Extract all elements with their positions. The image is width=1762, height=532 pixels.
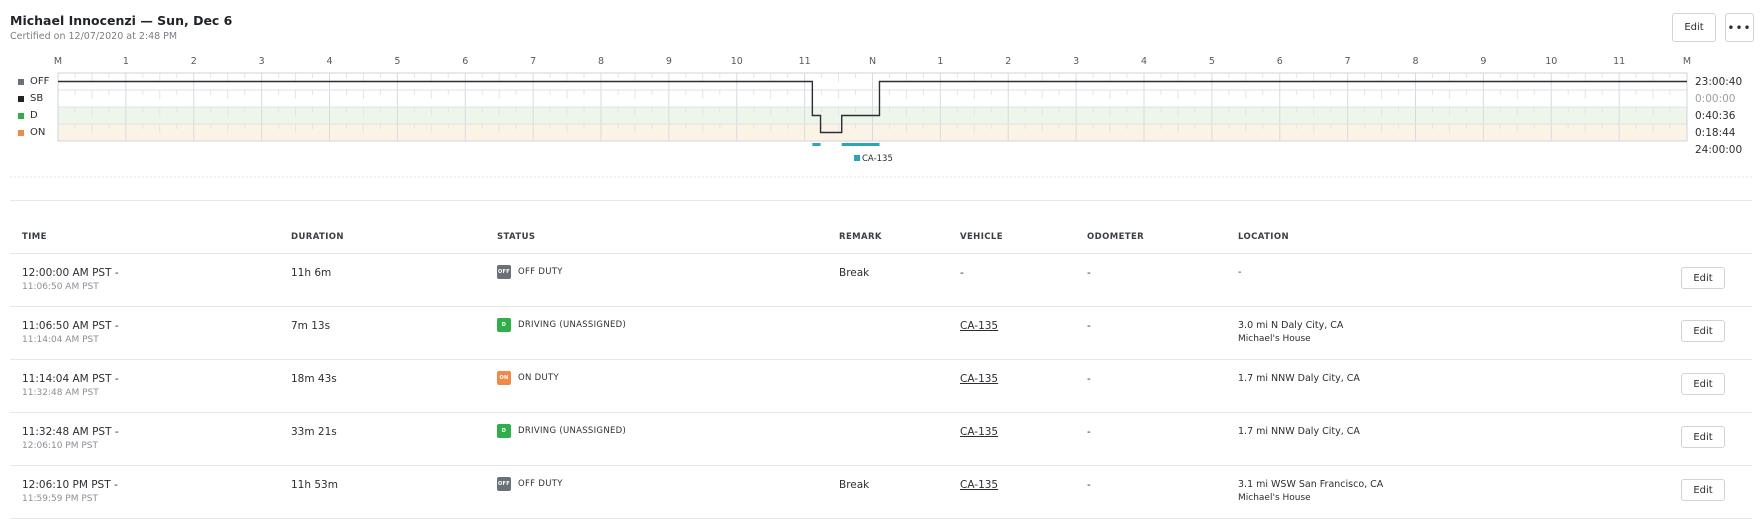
total-on: 0:18:44 bbox=[1695, 127, 1736, 139]
row-divider bbox=[10, 359, 1752, 360]
status-label: ON DUTY bbox=[518, 373, 560, 383]
time-start: 11:14:04 AM PST - bbox=[22, 373, 119, 385]
location-primary: 3.0 mi N Daly City, CA bbox=[1238, 320, 1344, 331]
status-cell: OFF OFF DUTY bbox=[497, 477, 563, 491]
edit-row-button[interactable]: Edit bbox=[1681, 373, 1725, 395]
total-d: 0:40:36 bbox=[1695, 110, 1736, 122]
location-primary: 3.1 mi WSW San Francisco, CA bbox=[1238, 479, 1384, 490]
odometer-cell: - bbox=[1087, 426, 1091, 438]
grand-total: 24:00:00 bbox=[1695, 144, 1743, 156]
location-secondary: Michael's House bbox=[1238, 334, 1311, 344]
duration-cell: 33m 21s bbox=[291, 426, 337, 438]
status-label: OFF DUTY bbox=[518, 267, 563, 277]
col-location: LOCATION bbox=[1238, 232, 1289, 242]
duration-cell: 18m 43s bbox=[291, 373, 337, 385]
location-primary: - bbox=[1238, 267, 1242, 278]
vehicle-span bbox=[812, 143, 821, 146]
row-divider bbox=[10, 518, 1752, 519]
duration-cell: 11h 53m bbox=[291, 479, 338, 491]
row-divider bbox=[10, 253, 1752, 254]
odometer-cell: - bbox=[1087, 267, 1091, 279]
col-remark: REMARK bbox=[839, 232, 882, 242]
location-cell: 3.0 mi N Daly City, CA Michael's House bbox=[1238, 320, 1343, 344]
odometer-cell: - bbox=[1087, 373, 1091, 385]
row-divider bbox=[10, 465, 1752, 466]
vehicle-cell[interactable]: CA-135 bbox=[960, 479, 998, 491]
location-cell: - bbox=[1238, 267, 1241, 281]
total-sb: 0:00:00 bbox=[1695, 93, 1736, 105]
vehicle-marker-label: CA-135 bbox=[862, 154, 893, 164]
location-cell: 1.7 mi NNW Daly City, CA bbox=[1238, 373, 1360, 387]
time-start: 12:00:00 AM PST - bbox=[22, 267, 119, 279]
status-label: DRIVING (UNASSIGNED) bbox=[518, 426, 627, 436]
remark-cell: Break bbox=[839, 479, 870, 491]
time-end: 11:32:48 AM PST bbox=[22, 388, 99, 398]
status-cell: D DRIVING (UNASSIGNED) bbox=[497, 424, 626, 438]
time-end: 11:14:04 AM PST bbox=[22, 335, 99, 345]
vehicle-spans bbox=[812, 143, 880, 146]
col-vehicle: VEHICLE bbox=[960, 232, 1003, 242]
status-cell: ON ON DUTY bbox=[497, 371, 559, 385]
section-divider bbox=[10, 200, 1752, 201]
remark-cell: Break bbox=[839, 267, 870, 279]
total-off: 23:00:40 bbox=[1695, 76, 1743, 88]
time-cell: 12:06:10 PM PST - 11:59:59 PM PST bbox=[22, 479, 118, 504]
status-cell: OFF OFF DUTY bbox=[497, 265, 563, 279]
time-start: 11:06:50 AM PST - bbox=[22, 320, 119, 332]
status-badge: OFF bbox=[497, 265, 511, 279]
hos-graph: CA-135 bbox=[10, 72, 1752, 178]
time-start: 11:32:48 AM PST - bbox=[22, 426, 119, 438]
status-label: OFF DUTY bbox=[518, 479, 563, 489]
col-status: STATUS bbox=[497, 232, 536, 242]
odometer-cell: - bbox=[1087, 320, 1091, 332]
col-duration: DURATION bbox=[291, 232, 344, 242]
vehicle-span bbox=[841, 143, 880, 146]
col-odometer: ODOMETER bbox=[1087, 232, 1145, 242]
time-cell: 11:14:04 AM PST - 11:32:48 AM PST bbox=[22, 373, 119, 398]
status-badge: ON bbox=[497, 371, 511, 385]
location-primary: 1.7 mi NNW Daly City, CA bbox=[1238, 426, 1360, 437]
vehicle-cell[interactable]: CA-135 bbox=[960, 426, 998, 438]
time-end: 12:06:10 PM PST bbox=[22, 441, 98, 451]
time-end: 11:59:59 PM PST bbox=[22, 494, 98, 504]
duration-cell: 7m 13s bbox=[291, 320, 331, 332]
status-cell: D DRIVING (UNASSIGNED) bbox=[497, 318, 626, 332]
status-badge: OFF bbox=[497, 477, 511, 491]
duration-cell: 11h 6m bbox=[291, 267, 332, 279]
location-cell: 3.1 mi WSW San Francisco, CA Michael's H… bbox=[1238, 479, 1383, 503]
edit-row-button[interactable]: Edit bbox=[1681, 426, 1725, 448]
vehicle-cell[interactable]: CA-135 bbox=[960, 373, 998, 385]
status-badge: D bbox=[497, 424, 511, 438]
vehicle-cell: - bbox=[960, 267, 964, 279]
status-badge: D bbox=[497, 318, 511, 332]
time-cell: 11:32:48 AM PST - 12:06:10 PM PST bbox=[22, 426, 119, 451]
location-cell: 1.7 mi NNW Daly City, CA bbox=[1238, 426, 1360, 440]
edit-row-button[interactable]: Edit bbox=[1681, 320, 1725, 342]
edit-row-button[interactable]: Edit bbox=[1681, 479, 1725, 501]
status-label: DRIVING (UNASSIGNED) bbox=[518, 320, 627, 330]
vehicle-marker-swatch bbox=[854, 155, 860, 161]
time-end: 11:06:50 AM PST bbox=[22, 282, 99, 292]
row-divider bbox=[10, 412, 1752, 413]
time-cell: 12:00:00 AM PST - 11:06:50 AM PST bbox=[22, 267, 119, 292]
vehicle-cell[interactable]: CA-135 bbox=[960, 320, 998, 332]
col-time: TIME bbox=[22, 232, 47, 242]
row-divider bbox=[10, 306, 1752, 307]
edit-row-button[interactable]: Edit bbox=[1681, 267, 1725, 289]
location-secondary: Michael's House bbox=[1238, 493, 1311, 503]
time-start: 12:06:10 PM PST - bbox=[22, 479, 118, 491]
odometer-cell: - bbox=[1087, 479, 1091, 491]
time-cell: 11:06:50 AM PST - 11:14:04 AM PST bbox=[22, 320, 119, 345]
location-primary: 1.7 mi NNW Daly City, CA bbox=[1238, 373, 1360, 384]
